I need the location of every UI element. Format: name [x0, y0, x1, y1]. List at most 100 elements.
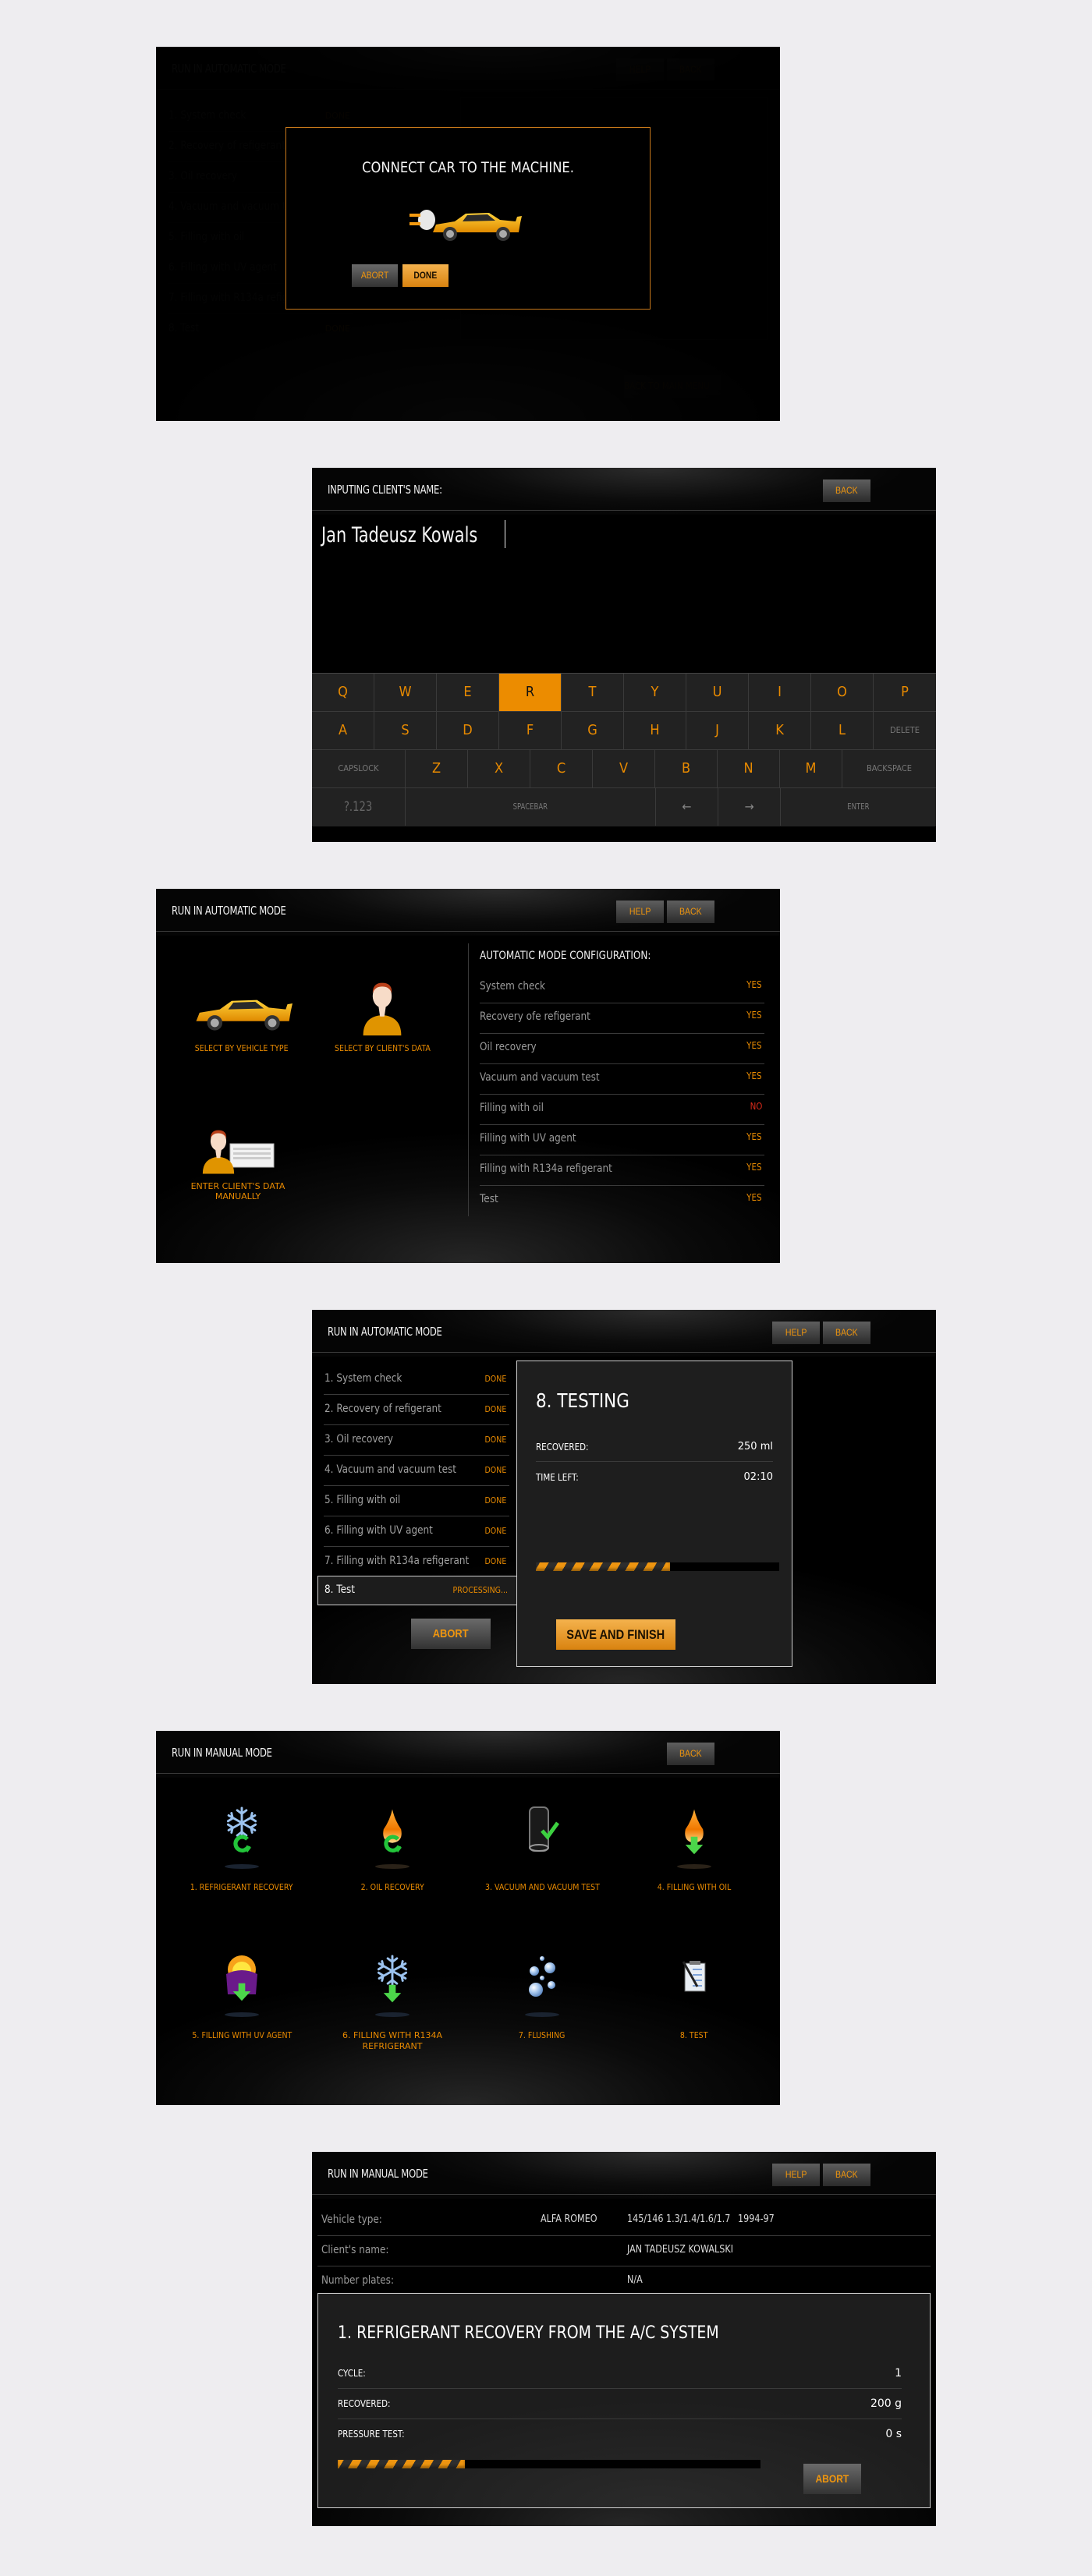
key-y[interactable]: Y [624, 674, 686, 711]
vehicle-make: ALFA ROMEO [541, 2213, 597, 2225]
pressure-test-row: PRESSURE TEST: 0 s [338, 2428, 902, 2440]
detail-title: 8. TESTING [536, 1389, 629, 1412]
key-m[interactable]: M [780, 750, 842, 787]
key-g[interactable]: G [562, 712, 624, 749]
step-item: 2. Recovery of refigerant DONE [324, 1395, 509, 1425]
key-k[interactable]: K [749, 712, 811, 749]
step-item: 1. System checkDONE [324, 1364, 509, 1395]
key-symbols[interactable]: ?.123 [312, 788, 406, 826]
help-button[interactable]: HELP [772, 1322, 820, 1344]
status-badge: DONE [484, 1495, 506, 1506]
screen-client-name-input: INPUTING CLIENT'S NAME: BACK Jan Tadeusz… [312, 468, 936, 842]
enter-client-data-manually[interactable]: ENTER CLIENT'S DATA MANUALLY [179, 1127, 296, 1201]
config-row[interactable]: Filling with UV agent YES [480, 1125, 764, 1155]
back-button[interactable]: BACK [667, 901, 714, 923]
config-row[interactable]: Filling with R134a refigerant YES [480, 1155, 764, 1186]
key-b[interactable]: B [655, 750, 718, 787]
config-row[interactable]: Test YES [480, 1186, 764, 1216]
key-arrow-right[interactable]: → [718, 788, 781, 826]
key-j[interactable]: J [686, 712, 749, 749]
vacuum-check-icon [529, 1806, 560, 1852]
tool-flushing[interactable]: 7. FLUSHING [468, 1951, 616, 2041]
key-v[interactable]: V [593, 750, 655, 787]
tool-oil-recovery[interactable]: 2. OIL RECOVERY [318, 1803, 466, 1893]
key-delete[interactable]: DELETE [874, 712, 936, 749]
header: RUN IN MANUAL MODE HELP BACK [312, 2152, 936, 2195]
key-s[interactable]: S [374, 712, 437, 749]
config-value-toggle[interactable]: YES [747, 1192, 762, 1203]
client-name-input[interactable]: Jan Tadeusz Kowals [321, 520, 505, 548]
abort-button[interactable]: ABORT [803, 2464, 861, 2494]
config-value-toggle[interactable]: YES [747, 1070, 762, 1081]
key-enter[interactable]: ENTER [781, 788, 936, 826]
key-q[interactable]: Q [312, 674, 374, 711]
key-a[interactable]: A [312, 712, 374, 749]
tool-filling-with-oil[interactable]: 4. FILLING WITH OIL [620, 1803, 768, 1893]
help-button[interactable]: HELP [616, 901, 664, 923]
key-arrow-left[interactable]: ← [656, 788, 718, 826]
key-w[interactable]: W [374, 674, 437, 711]
select-by-client-data[interactable]: SELECT BY CLIENT'S DATA [320, 978, 445, 1053]
config-label: Filling with UV agent [480, 1132, 576, 1145]
done-button[interactable]: DONE [402, 264, 448, 287]
back-button[interactable]: BACK [823, 1322, 870, 1344]
abort-button[interactable]: ABORT [352, 264, 398, 287]
key-h[interactable]: H [624, 712, 686, 749]
help-button[interactable]: HELP [772, 2164, 820, 2186]
save-and-finish-button[interactable]: SAVE AND FINISH [556, 1619, 675, 1650]
tool-filling-uv-agent[interactable]: 5. FILLING WITH UV AGENT [168, 1951, 316, 2041]
config-row[interactable]: Recovery ofe refigerant YES [480, 1003, 764, 1034]
config-value-toggle[interactable]: YES [747, 1131, 762, 1142]
keyboard-row-1: QWERTYUIOP [312, 674, 936, 712]
tool-refrigerant-recovery[interactable]: 1. REFRIGERANT RECOVERY [168, 1803, 316, 1893]
abort-button[interactable]: ABORT [411, 1619, 491, 1649]
back-button[interactable]: BACK [823, 2164, 870, 2186]
screen-manual-refrigerant-recovery: RUN IN MANUAL MODE HELP BACK Vehicle typ… [312, 2152, 936, 2526]
config-value-toggle[interactable]: YES [747, 979, 762, 990]
progress-bar [536, 1562, 779, 1571]
key-x[interactable]: X [468, 750, 530, 787]
tool-test[interactable]: 8. TEST [620, 1951, 768, 2041]
key-r[interactable]: R [499, 674, 562, 711]
tool-filling-r134a[interactable]: 6. FILLING WITH R134A REFRIGERANT [318, 1951, 466, 2052]
keyboard-row-4: ?.123 SPACEBAR ← → ENTER [312, 788, 936, 826]
key-z[interactable]: Z [406, 750, 468, 787]
config-value-toggle[interactable]: YES [747, 1162, 762, 1173]
tool-vacuum-test[interactable]: 3. VACUUM AND VACUUM TEST [468, 1803, 616, 1893]
oil-drop-arrow-down-icon [677, 1809, 711, 1869]
uv-sun-arrow-down-icon [225, 1955, 259, 2017]
config-value-toggle[interactable]: NO [750, 1101, 762, 1112]
step-item: 5. Filling with oil DONE [324, 1486, 509, 1516]
key-d[interactable]: D [437, 712, 499, 749]
progress-fill [338, 2460, 465, 2468]
config-value-toggle[interactable]: YES [747, 1040, 762, 1051]
key-c[interactable]: C [530, 750, 593, 787]
status-processing: PROCESSING... [452, 1585, 508, 1595]
key-n[interactable]: N [718, 750, 780, 787]
config-row[interactable]: System check YES [480, 973, 764, 1003]
key-capslock[interactable]: CAPSLOCK [312, 750, 406, 787]
config-row[interactable]: Filling with oil NO [480, 1095, 764, 1125]
key-l[interactable]: L [811, 712, 874, 749]
arrow-left-icon: ← [682, 799, 692, 814]
config-value-toggle[interactable]: YES [747, 1010, 762, 1021]
step-item: 4. Vacuum and vacuum test DONE [324, 1456, 509, 1486]
vehicle-model: 145/146 1.3/1.4/1.6/1.7 [627, 2213, 731, 2225]
key-t[interactable]: T [562, 674, 624, 711]
key-p[interactable]: P [874, 674, 936, 711]
config-row[interactable]: Vacuum and vacuum test YES [480, 1064, 764, 1095]
header: INPUTING CLIENT'S NAME: BACK [312, 468, 936, 511]
select-by-vehicle-type[interactable]: SELECT BY VEHICLE TYPE [179, 990, 304, 1053]
key-f[interactable]: F [499, 712, 562, 749]
key-spacebar[interactable]: SPACEBAR [406, 788, 656, 826]
key-e[interactable]: E [437, 674, 499, 711]
back-button[interactable]: BACK [667, 1743, 714, 1765]
back-button[interactable]: BACK [823, 479, 870, 502]
key-i[interactable]: I [749, 674, 811, 711]
step-list: 1. System check DONE 2. Recovery of refige… [324, 1364, 509, 1577]
config-label: Test [480, 1193, 498, 1205]
config-row[interactable]: Oil recovery YES [480, 1034, 764, 1064]
key-backspace[interactable]: BACKSPACE [842, 750, 936, 787]
key-u[interactable]: U [686, 674, 749, 711]
key-o[interactable]: O [811, 674, 874, 711]
